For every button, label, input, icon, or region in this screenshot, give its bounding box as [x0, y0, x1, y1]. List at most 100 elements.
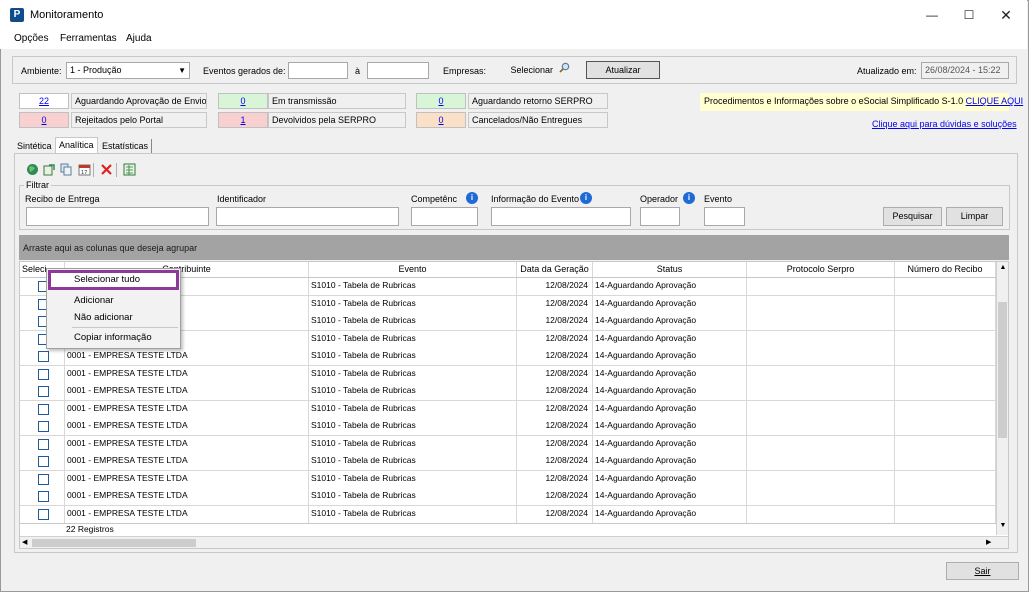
help-link[interactable]: Clique aqui para dúvidas e soluções [872, 119, 1017, 129]
cell-data: 12/08/2024 [517, 418, 593, 435]
cell-contribuinte: 0001 - EMPRESA TESTE LTDA [65, 348, 309, 365]
cell-empty [747, 383, 895, 400]
col-header-data[interactable]: Data da Geração [517, 262, 593, 277]
cell-data: 12/08/2024 [517, 453, 593, 470]
cell-contribuinte: 0001 - EMPRESA TESTE LTDA [65, 505, 309, 523]
scroll-down-icon[interactable]: ▼ [998, 522, 1008, 532]
menu-item-adicionar[interactable]: Adicionar [74, 295, 114, 306]
row-checkbox[interactable] [38, 438, 49, 450]
table-row[interactable]: 0001 - EMPRESA TESTE LTDA S1010 - Tabela … [20, 365, 996, 384]
cell-status: 14-Aguardando Aprovação [593, 505, 747, 523]
clique-aqui-link[interactable]: CLIQUE AQUI [966, 96, 1024, 106]
cell-empty [747, 348, 895, 365]
recibo-input[interactable] [26, 207, 209, 226]
col-header-protocolo[interactable]: Protocolo Serpro [747, 262, 895, 277]
info-icon[interactable]: i [580, 192, 592, 204]
copy-icon[interactable] [60, 163, 73, 176]
table-row[interactable]: 0001 - EMPRESA TESTE LTDA S1010 - Tabela … [20, 470, 996, 489]
maximize-icon[interactable]: ☐ [951, 0, 987, 30]
label-devolvidos: Devolvidos pela SERPRO [268, 112, 406, 128]
vertical-scrollbar[interactable]: ▲ ▼ [996, 262, 1008, 535]
limpar-button[interactable]: Limpar [946, 207, 1003, 226]
horizontal-scrollbar[interactable]: ◀ ▶ [20, 536, 1008, 548]
row-checkbox[interactable] [38, 508, 49, 520]
tab-sintetica[interactable]: Sintética [14, 139, 55, 153]
cell-empty [895, 418, 996, 435]
cell-evento: S1010 - Tabela de Rubricas [309, 313, 517, 330]
row-checkbox[interactable] [38, 491, 49, 502]
menu-ajuda[interactable]: Ajuda [126, 33, 152, 44]
pesquisar-button[interactable]: Pesquisar [883, 207, 942, 226]
table-row[interactable]: 0001 - EMPRESA TESTE LTDA S1010 - Tabela … [20, 348, 996, 366]
col-header-evento[interactable]: Evento [309, 262, 517, 277]
table-row[interactable]: 0001 - EMPRESA TESTE LTDA S1010 - Tabela … [20, 418, 996, 436]
table-row[interactable]: 0001 - EMPRESA TESTE LTDA S1010 - Tabela … [20, 505, 996, 524]
row-checkbox[interactable] [38, 386, 49, 397]
table-row[interactable]: 0001 - EMPRESA TESTE LTDA S1010 - Tabela … [20, 453, 996, 471]
globe-icon[interactable] [26, 163, 39, 176]
cell-status: 14-Aguardando Aprovação [593, 330, 747, 348]
row-checkbox[interactable] [38, 403, 49, 415]
window-title: Monitoramento [30, 9, 104, 21]
calendar-icon[interactable]: 17 [78, 163, 91, 176]
col-header-status[interactable]: Status [593, 262, 747, 277]
tab-estatisticas[interactable]: Estatísticas [99, 139, 153, 153]
atualizar-button[interactable]: Atualizar [586, 61, 660, 79]
select-cell [20, 348, 65, 365]
menu-item-selecionar-tudo[interactable]: Selecionar tudo [74, 274, 140, 285]
export-icon[interactable] [43, 163, 56, 176]
info-icon[interactable]: i [683, 192, 695, 204]
menu-ferramentas[interactable]: Ferramentas [60, 33, 117, 44]
table-row[interactable]: 0001 - EMPRESA TESTE LTDA S1010 - Tabela … [20, 435, 996, 454]
context-menu-separator [72, 327, 178, 328]
info-icon[interactable]: i [466, 192, 478, 204]
tab-analitica[interactable]: Analítica [55, 137, 98, 153]
count-aguardando-aprovacao[interactable]: 22 [19, 93, 69, 109]
count-devolvidos[interactable]: 1 [218, 112, 268, 128]
count-rejeitados[interactable]: 0 [19, 112, 69, 128]
cell-data: 12/08/2024 [517, 278, 593, 295]
count-aguardando-retorno[interactable]: 0 [416, 93, 466, 109]
row-checkbox[interactable] [38, 421, 49, 432]
scroll-thumb[interactable] [998, 302, 1007, 438]
minimize-icon[interactable]: — [914, 0, 950, 30]
identificador-input[interactable] [216, 207, 399, 226]
a-label: à [355, 66, 361, 76]
row-checkbox[interactable] [38, 456, 49, 467]
table-row[interactable]: 0001 - EMPRESA TESTE LTDA S1010 - Tabela … [20, 383, 996, 401]
scroll-up-icon[interactable]: ▲ [998, 264, 1008, 274]
count-cancelados[interactable]: 0 [416, 112, 466, 128]
operador-input[interactable] [640, 207, 680, 226]
competencia-label: Competênc [411, 194, 458, 204]
col-header-recibo[interactable]: Número do Recibo [895, 262, 996, 277]
competencia-input[interactable] [411, 207, 478, 226]
label-aguardando-retorno: Aguardando retorno SERPRO [468, 93, 608, 109]
empresas-label: Empresas: [443, 66, 487, 76]
table-row[interactable]: 0001 - EMPRESA TESTE LTDA S1010 - Tabela … [20, 400, 996, 419]
date-to-input[interactable] [367, 62, 429, 79]
excel-icon[interactable] [123, 163, 136, 176]
row-checkbox[interactable] [38, 351, 49, 362]
row-checkbox[interactable] [38, 473, 49, 485]
delete-icon[interactable] [100, 163, 113, 176]
menu-opcoes[interactable]: Opções [14, 33, 48, 44]
menu-item-nao-adicionar[interactable]: Não adicionar [74, 312, 133, 323]
cell-contribuinte: 0001 - EMPRESA TESTE LTDA [65, 400, 309, 418]
hscroll-thumb[interactable] [32, 539, 196, 547]
selecionar-empresas-button[interactable]: Selecionar [500, 61, 580, 79]
menu-item-copiar[interactable]: Copiar informação [74, 332, 152, 343]
date-from-input[interactable] [288, 62, 348, 79]
informacao-input[interactable] [491, 207, 631, 226]
cell-data: 12/08/2024 [517, 435, 593, 453]
evento-input[interactable] [704, 207, 745, 226]
ambiente-select[interactable]: 1 - Produção ▼ [66, 62, 190, 79]
count-em-transmissao[interactable]: 0 [218, 93, 268, 109]
table-row[interactable]: 0001 - EMPRESA TESTE LTDA S1010 - Tabela … [20, 488, 996, 506]
group-by-area[interactable]: Arraste aqui as colunas que deseja agrup… [19, 235, 1009, 260]
scroll-left-icon[interactable]: ◀ [22, 538, 27, 546]
scroll-right-icon[interactable]: ▶ [986, 538, 991, 546]
row-checkbox[interactable] [38, 368, 49, 380]
info-text: Procedimentos e Informações sobre o eSoc… [704, 96, 964, 106]
sair-button[interactable]: Sair [946, 562, 1019, 580]
close-icon[interactable]: ✕ [988, 0, 1024, 30]
